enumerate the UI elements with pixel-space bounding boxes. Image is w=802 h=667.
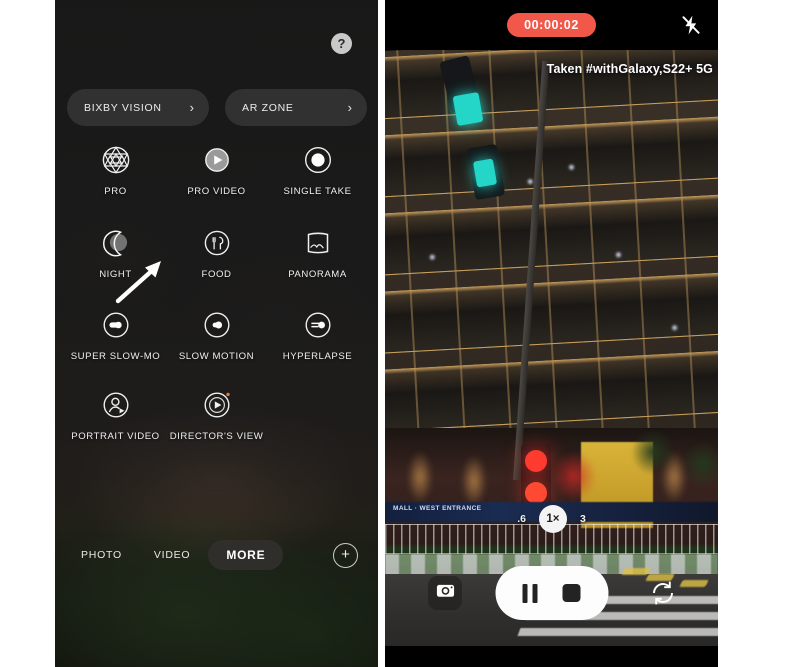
- camera-capture-icon: [435, 580, 456, 606]
- panorama-icon: [301, 226, 335, 260]
- food-icon: [200, 226, 234, 260]
- capture-photo-button[interactable]: [428, 576, 462, 610]
- flash-off-icon[interactable]: [680, 14, 702, 36]
- video-viewfinder[interactable]: MALL · WEST ENTRANCE Taken #withGalaxy,S…: [385, 50, 718, 646]
- zoom-option-3x[interactable]: 3: [580, 513, 586, 525]
- night-street-scene: MALL · WEST ENTRANCE: [385, 50, 718, 646]
- hyperlapse-icon: [301, 308, 335, 342]
- help-button[interactable]: ?: [331, 33, 352, 54]
- mode-item-pro[interactable]: PRO: [65, 143, 166, 197]
- mode-item-single-take[interactable]: SINGLE TAKE: [267, 143, 368, 197]
- tab-photo[interactable]: PHOTO: [67, 541, 136, 569]
- galaxy-watermark: Taken #withGalaxy,S22+ 5G: [546, 62, 713, 76]
- zoom-option-0-6x[interactable]: .6: [517, 513, 526, 525]
- mode-item-portrait-video[interactable]: PORTRAIT VIDEO: [65, 388, 166, 442]
- mode-label: PORTRAIT VIDEO: [71, 431, 160, 442]
- super-slow-mo-icon: [99, 308, 133, 342]
- bixby-vision-button[interactable]: BIXBY VISION ›: [67, 89, 209, 126]
- mode-row: NIGHT FOOD PANORAMA: [65, 226, 368, 280]
- mode-label: SINGLE TAKE: [283, 186, 352, 197]
- zoom-option-1x[interactable]: 1×: [538, 505, 567, 533]
- mode-label: DIRECTOR'S VIEW: [169, 431, 264, 442]
- tab-more[interactable]: MORE: [208, 540, 284, 570]
- mode-label: PANORAMA: [288, 269, 347, 280]
- mode-item-panorama[interactable]: PANORAMA: [267, 226, 368, 280]
- left-phone-screen: ? BIXBY VISION › AR ZONE › PRO PRO VIDEO…: [55, 0, 378, 667]
- mode-label: PRO VIDEO: [187, 186, 246, 197]
- switch-camera-button[interactable]: [648, 578, 678, 608]
- mode-item-food[interactable]: FOOD: [166, 226, 267, 280]
- mode-item-hyperlapse[interactable]: HYPERLAPSE: [267, 308, 368, 362]
- mode-cell-empty: [267, 388, 368, 442]
- moon-icon: [99, 226, 133, 260]
- red-light-lower: [525, 482, 547, 504]
- portrait-video-icon: [99, 388, 133, 422]
- aperture-icon: [99, 143, 133, 177]
- mode-item-directors-view[interactable]: DIRECTOR'S VIEW: [166, 388, 267, 442]
- red-light: [525, 450, 547, 472]
- tab-list: PHOTO VIDEO MORE: [67, 540, 284, 570]
- ar-zone-label: AR ZONE: [242, 101, 294, 114]
- mode-item-super-slow-mo[interactable]: SUPER SLOW-MO: [65, 308, 166, 362]
- stop-button[interactable]: [562, 584, 581, 602]
- camera-mode-grid: PRO PRO VIDEO SINGLE TAKE NIGHT FOOD PAN…: [65, 143, 368, 442]
- shortcut-pill-row: BIXBY VISION › AR ZONE ›: [67, 89, 367, 126]
- mode-item-slow-motion[interactable]: SLOW MOTION: [166, 308, 267, 362]
- screenshot-stage: ? BIXBY VISION › AR ZONE › PRO PRO VIDEO…: [0, 0, 802, 667]
- camera-mode-tabbar: PHOTO VIDEO MORE +: [55, 540, 378, 574]
- recording-timer: 00:00:02: [507, 13, 596, 37]
- mode-label: FOOD: [201, 269, 232, 280]
- chevron-right-icon: ›: [347, 100, 352, 115]
- zoom-level-selector: .6 1× 3: [385, 505, 718, 533]
- right-phone-screen: 00:00:02 MALL · WEST ENTRANCE Taken #wit…: [385, 0, 718, 667]
- record-controls-group: [495, 566, 608, 620]
- mode-item-pro-video[interactable]: PRO VIDEO: [166, 143, 267, 197]
- ar-zone-button[interactable]: AR ZONE ›: [225, 89, 367, 126]
- directors-view-icon: [200, 388, 234, 422]
- mode-label: SUPER SLOW-MO: [70, 351, 161, 362]
- pause-button[interactable]: [522, 583, 538, 603]
- plus-icon: +: [341, 546, 350, 563]
- building-facade: [385, 50, 718, 448]
- mode-label: HYPERLAPSE: [282, 351, 353, 362]
- mode-row: PRO PRO VIDEO SINGLE TAKE: [65, 143, 368, 197]
- mode-label: SLOW MOTION: [178, 351, 255, 362]
- slow-motion-icon: [200, 308, 234, 342]
- red-foliage: [543, 442, 605, 510]
- mode-label: PRO: [104, 186, 127, 197]
- pro-video-icon: [200, 143, 234, 177]
- add-mode-button[interactable]: +: [333, 543, 358, 568]
- chevron-right-icon: ›: [189, 100, 194, 115]
- recording-controls: [385, 566, 718, 620]
- bixby-vision-label: BIXBY VISION: [84, 101, 162, 114]
- recording-topbar: 00:00:02: [385, 0, 718, 50]
- annotation-arrow-icon: [115, 258, 169, 304]
- tab-video[interactable]: VIDEO: [140, 541, 204, 569]
- mode-row: SUPER SLOW-MO SLOW MOTION HYPERLAPSE: [65, 308, 368, 362]
- single-take-icon: [301, 143, 335, 177]
- mode-row: PORTRAIT VIDEO DIRECTOR'S VIEW: [65, 388, 368, 442]
- help-icon: ?: [337, 36, 346, 51]
